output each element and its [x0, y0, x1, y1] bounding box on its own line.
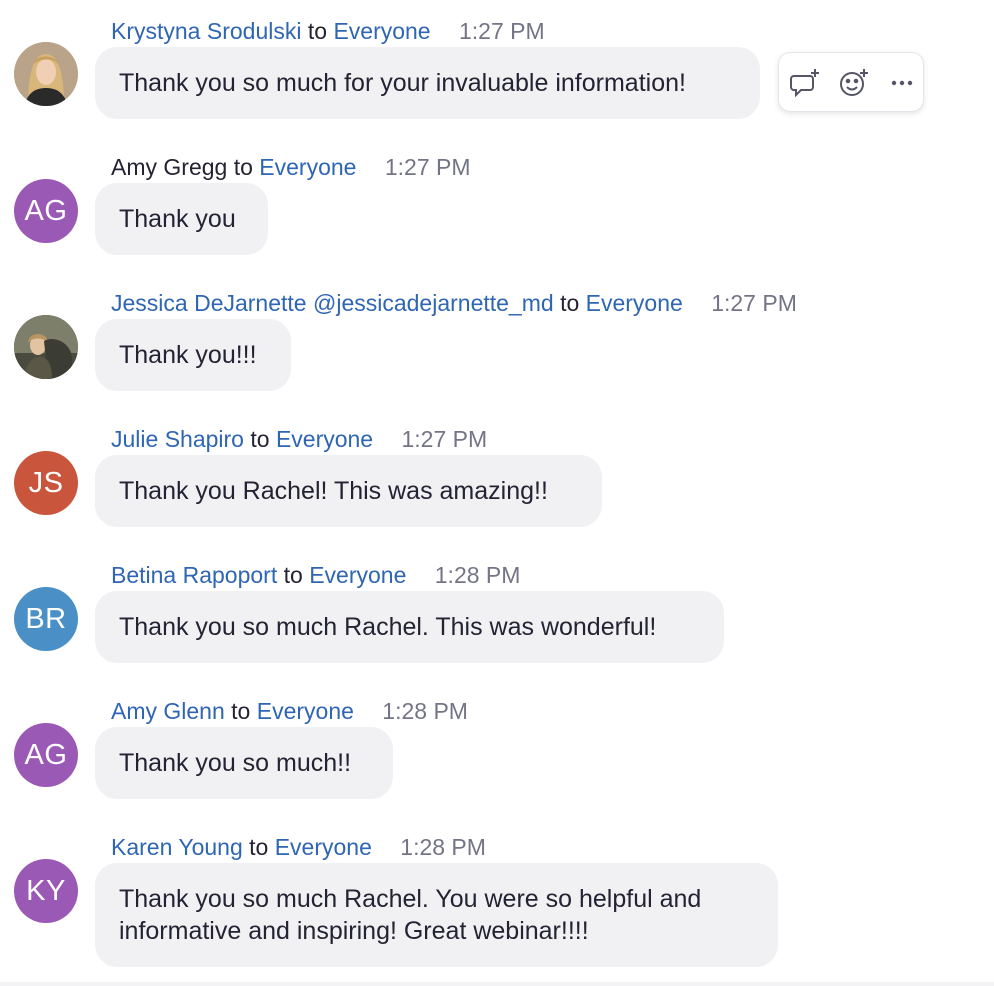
timestamp: 1:27 PM: [384, 154, 471, 180]
timestamp: 1:27 PM: [401, 426, 488, 452]
recipient-name[interactable]: Everyone: [275, 834, 372, 860]
recipient-name[interactable]: Everyone: [309, 562, 406, 588]
avatar-initials-text: AG: [24, 194, 68, 227]
message-bubble: Thank you so much Rachel. You were so he…: [95, 863, 778, 967]
timestamp: 1:27 PM: [711, 290, 797, 316]
to-label: to: [250, 426, 270, 452]
avatar-initials-text: AG: [24, 738, 68, 771]
avatar-initials-text: BR: [25, 602, 67, 635]
avatar-initials[interactable]: AG: [14, 179, 78, 243]
avatar-initials[interactable]: KY: [14, 859, 78, 923]
message-text: Thank you so much Rachel. You were so he…: [119, 885, 702, 945]
message-header: Krystyna Srodulski to Everyone 1:27 PM: [111, 16, 545, 46]
to-label: to: [233, 154, 253, 180]
sender-name[interactable]: Karen Young: [111, 834, 243, 860]
message-bubble: Thank you!!!: [95, 319, 291, 391]
message-hover-actions: [778, 52, 924, 112]
sender-name[interactable]: Amy Gregg: [111, 154, 227, 180]
to-label: to: [231, 698, 251, 724]
avatar-initials-text: JS: [28, 466, 64, 499]
sender-name[interactable]: Amy Glenn: [111, 698, 225, 724]
avatar-initials[interactable]: JS: [14, 451, 78, 515]
message-bubble: Thank you: [95, 183, 268, 255]
add-reaction-icon[interactable]: [837, 67, 871, 99]
message-bubble: Thank you so much!!: [95, 727, 393, 799]
recipient-name[interactable]: Everyone: [586, 290, 683, 316]
more-options-icon[interactable]: [885, 67, 919, 99]
message-bubble: Thank you so much for your invaluable in…: [95, 47, 760, 119]
message-header: Julie Shapiro to Everyone 1:27 PM: [111, 424, 487, 454]
message-text: Thank you so much Rachel. This was wonde…: [119, 613, 657, 641]
profile-photo-icon: [14, 315, 78, 379]
timestamp: 1:28 PM: [434, 562, 521, 588]
divider: [0, 982, 994, 986]
avatar-initials[interactable]: BR: [14, 587, 78, 651]
recipient-name[interactable]: Everyone: [276, 426, 373, 452]
message-text: Thank you!!!: [119, 341, 257, 369]
message-header: Amy Glenn to Everyone 1:28 PM: [111, 696, 468, 726]
sender-name[interactable]: Krystyna Srodulski: [111, 18, 301, 44]
sender-name[interactable]: Betina Rapoport: [111, 562, 277, 588]
recipient-name[interactable]: Everyone: [333, 18, 430, 44]
message-header: Betina Rapoport to Everyone 1:28 PM: [111, 560, 520, 590]
avatar-initials-text: KY: [26, 874, 66, 907]
avatar-photo[interactable]: [14, 315, 78, 379]
timestamp: 1:28 PM: [382, 698, 468, 724]
profile-photo-icon: [14, 42, 78, 106]
reply-in-thread-icon[interactable]: [789, 67, 823, 99]
to-label: to: [307, 18, 328, 44]
to-label: to: [560, 290, 580, 316]
chat-panel: Krystyna Srodulski to Everyone 1:27 PM T…: [0, 0, 994, 986]
recipient-name[interactable]: Everyone: [259, 154, 356, 180]
message-text: Thank you Rachel! This was amazing!!: [119, 477, 548, 505]
to-label: to: [249, 834, 269, 860]
message-bubble: Thank you so much Rachel. This was wonde…: [95, 591, 724, 663]
sender-name[interactable]: Jessica DeJarnette @jessicadejarnette_md: [111, 290, 554, 316]
message-header: Jessica DeJarnette @jessicadejarnette_md…: [111, 288, 797, 318]
timestamp: 1:27 PM: [459, 18, 545, 44]
message-bubble: Thank you Rachel! This was amazing!!: [95, 455, 602, 527]
message-text: Thank you so much for your invaluable in…: [119, 69, 686, 97]
message-header: Karen Young to Everyone 1:28 PM: [111, 832, 486, 862]
recipient-name[interactable]: Everyone: [257, 698, 354, 724]
message-header: Amy Gregg to Everyone 1:27 PM: [111, 152, 471, 182]
avatar-initials[interactable]: AG: [14, 723, 78, 787]
sender-name[interactable]: Julie Shapiro: [111, 426, 244, 452]
avatar-photo[interactable]: [14, 42, 78, 106]
timestamp: 1:28 PM: [400, 834, 486, 860]
to-label: to: [283, 562, 303, 588]
message-text: Thank you: [119, 205, 236, 233]
message-text: Thank you so much!!: [119, 749, 352, 777]
